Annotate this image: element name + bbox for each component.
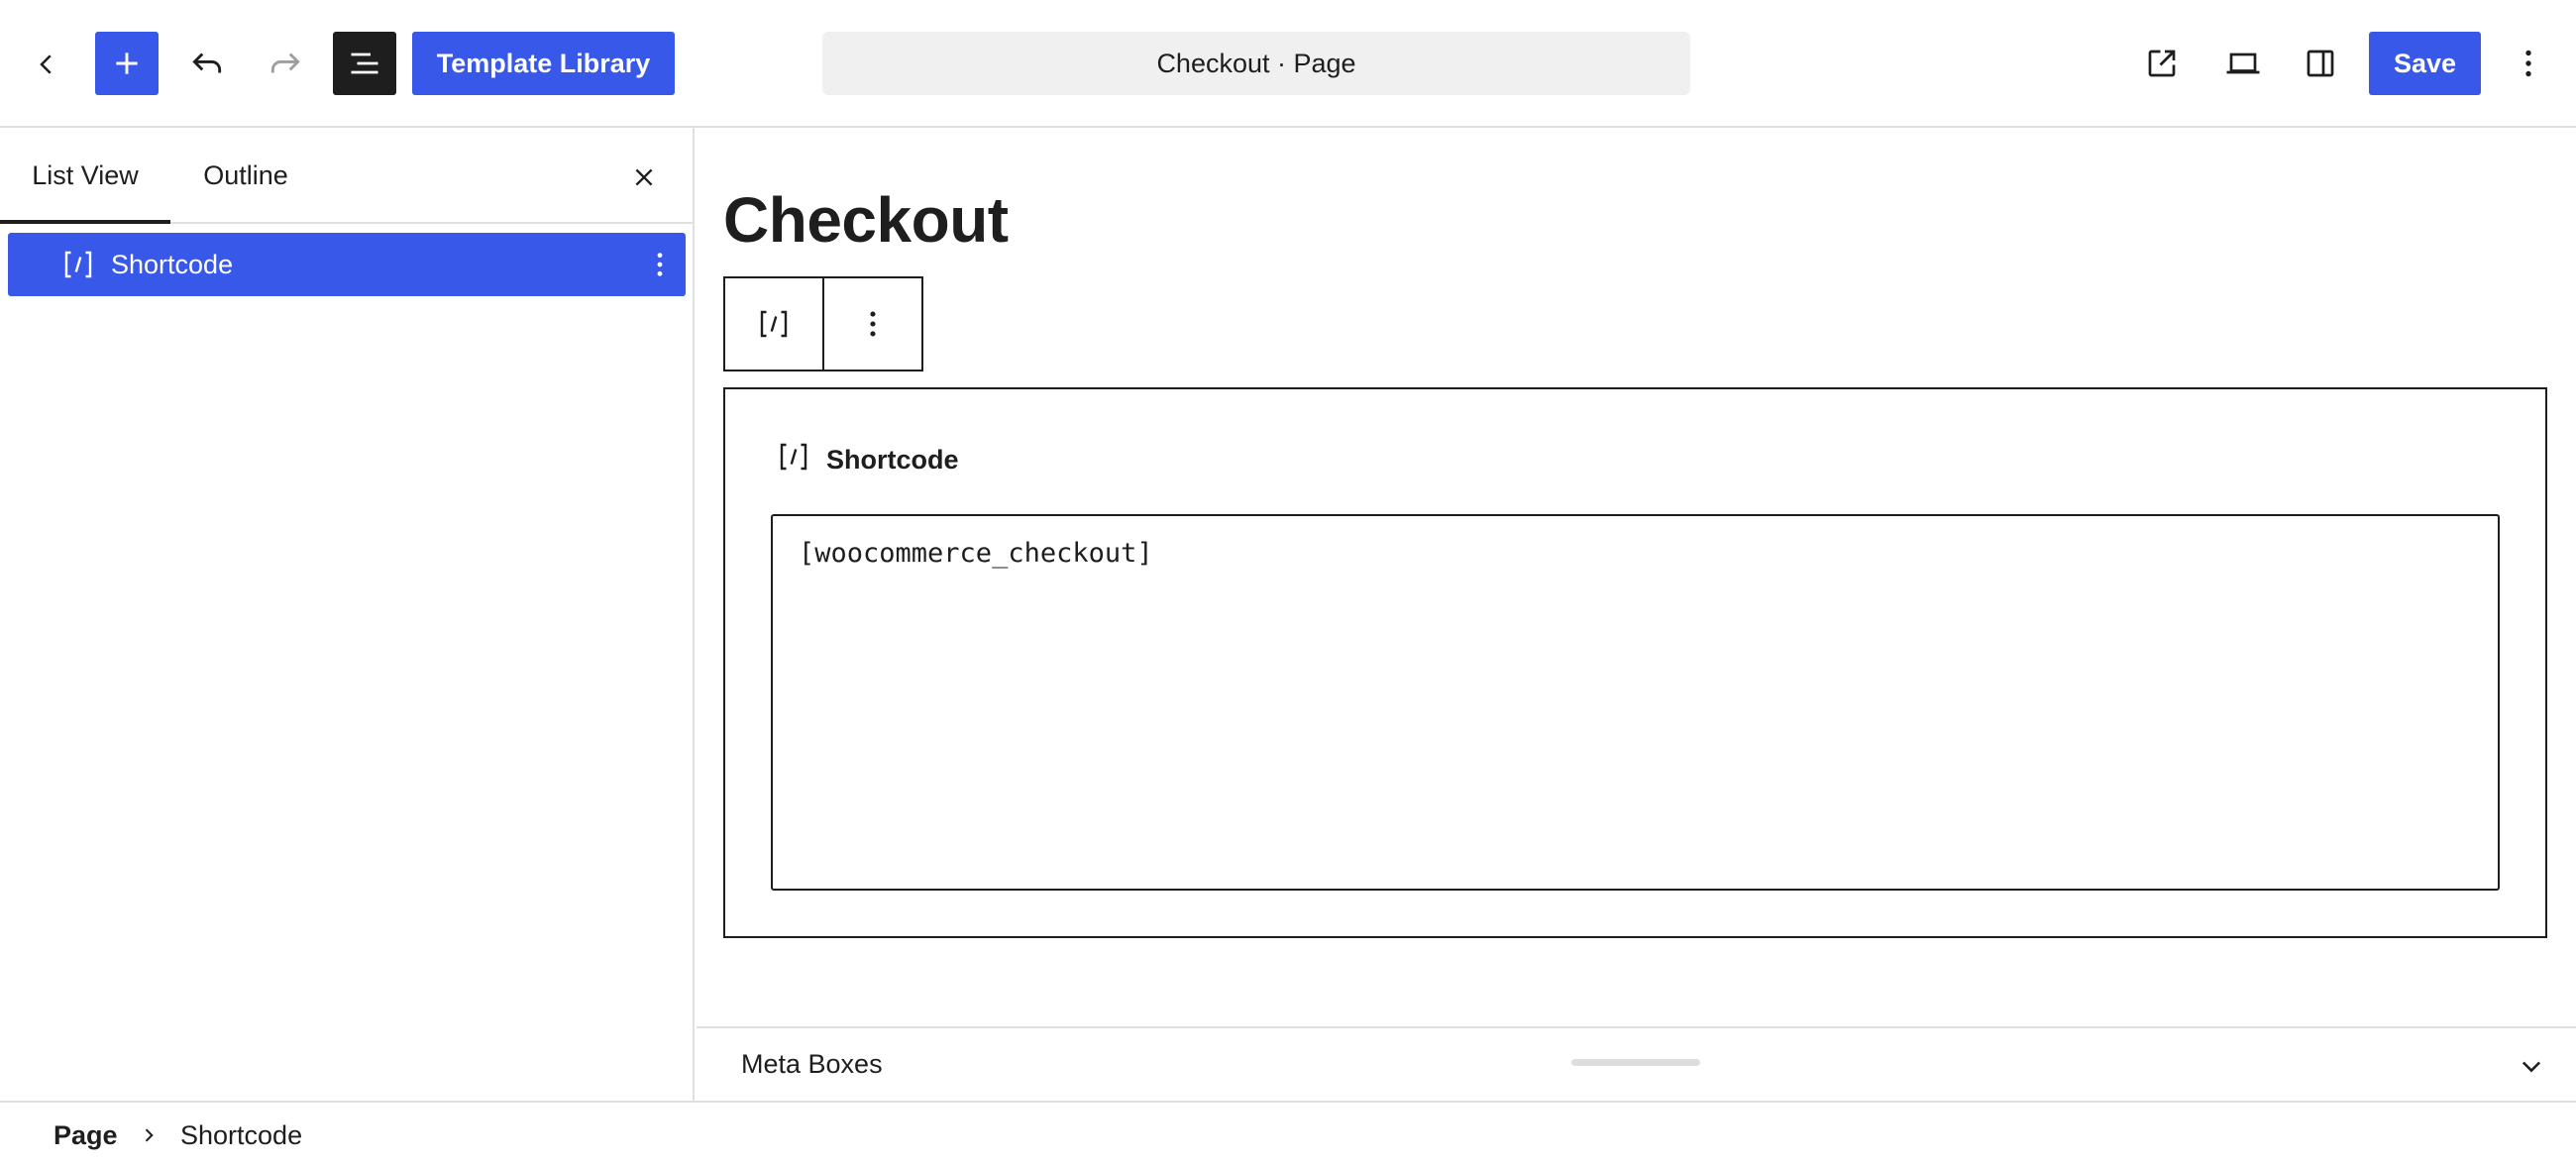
tab-list-view[interactable]: List View — [0, 128, 170, 224]
list-view-icon — [351, 53, 378, 74]
breadcrumb-item-page[interactable]: Page — [54, 1120, 118, 1151]
redo-icon — [270, 53, 300, 73]
shortcode-block[interactable]: Shortcode [woocommerce_checkout] — [723, 387, 2547, 938]
breadcrumb-item-shortcode[interactable]: Shortcode — [180, 1120, 302, 1151]
chevron-right-icon — [137, 1122, 161, 1148]
back-button[interactable] — [22, 40, 71, 89]
list-view-sidebar: List View Outline Shortcode — [0, 128, 695, 1101]
editor-canvas: Checkout Shortcode [woocommerce_checkout… — [697, 128, 2576, 1026]
save-button[interactable]: Save — [2369, 32, 2481, 95]
meta-boxes-label[interactable]: Meta Boxes — [741, 1049, 883, 1080]
meta-boxes-toggle-button[interactable] — [2512, 1046, 2551, 1086]
shortcode-icon — [760, 310, 788, 338]
chevron-down-icon — [2522, 1061, 2541, 1073]
view-page-button[interactable] — [2136, 38, 2188, 89]
plus-icon — [116, 53, 138, 74]
more-vertical-icon — [870, 311, 876, 337]
block-toolbar — [723, 276, 923, 371]
close-sidebar-button[interactable] — [620, 154, 668, 201]
undo-icon — [192, 53, 222, 73]
options-button[interactable] — [2507, 38, 2550, 89]
block-type-button[interactable] — [725, 278, 824, 370]
redo-button[interactable] — [260, 38, 311, 89]
tab-outline[interactable]: Outline — [170, 128, 321, 224]
editor-header: Template Library Checkout · Page Save — [0, 0, 2576, 128]
list-item-label: Shortcode — [111, 250, 234, 279]
shortcode-textarea[interactable]: [woocommerce_checkout] — [771, 514, 2500, 891]
more-vertical-icon — [2525, 50, 2531, 77]
document-overview-button[interactable] — [333, 32, 396, 95]
page-title[interactable]: Checkout — [723, 183, 1009, 257]
laptop-icon — [2226, 53, 2260, 74]
template-library-button[interactable]: Template Library — [412, 32, 675, 95]
shortcode-block-label: Shortcode — [826, 445, 959, 475]
external-link-icon — [2148, 50, 2176, 77]
sidebar-tabs: List View Outline — [0, 128, 695, 224]
list-item-shortcode[interactable]: Shortcode — [8, 233, 686, 296]
chevron-left-icon — [40, 54, 52, 74]
resize-handle[interactable] — [1571, 1059, 1700, 1066]
sidebar-panel-icon — [2307, 50, 2334, 77]
document-title: Checkout · Page — [1156, 48, 1356, 78]
more-vertical-icon — [657, 253, 663, 276]
list-item-options-button[interactable] — [642, 245, 678, 284]
meta-boxes-panel: Meta Boxes — [697, 1026, 2576, 1101]
block-inserter-button[interactable] — [95, 32, 159, 95]
device-preview-button[interactable] — [2215, 38, 2271, 89]
shortcode-icon — [59, 247, 97, 282]
block-breadcrumb: Page Shortcode — [0, 1101, 2576, 1165]
close-icon — [635, 168, 653, 186]
active-tab-indicator — [0, 220, 170, 224]
document-title-bar[interactable]: Checkout · Page — [822, 32, 1690, 95]
undo-button[interactable] — [181, 38, 233, 89]
settings-sidebar-button[interactable] — [2295, 38, 2346, 89]
block-options-button[interactable] — [824, 278, 921, 370]
shortcode-icon — [775, 439, 812, 475]
